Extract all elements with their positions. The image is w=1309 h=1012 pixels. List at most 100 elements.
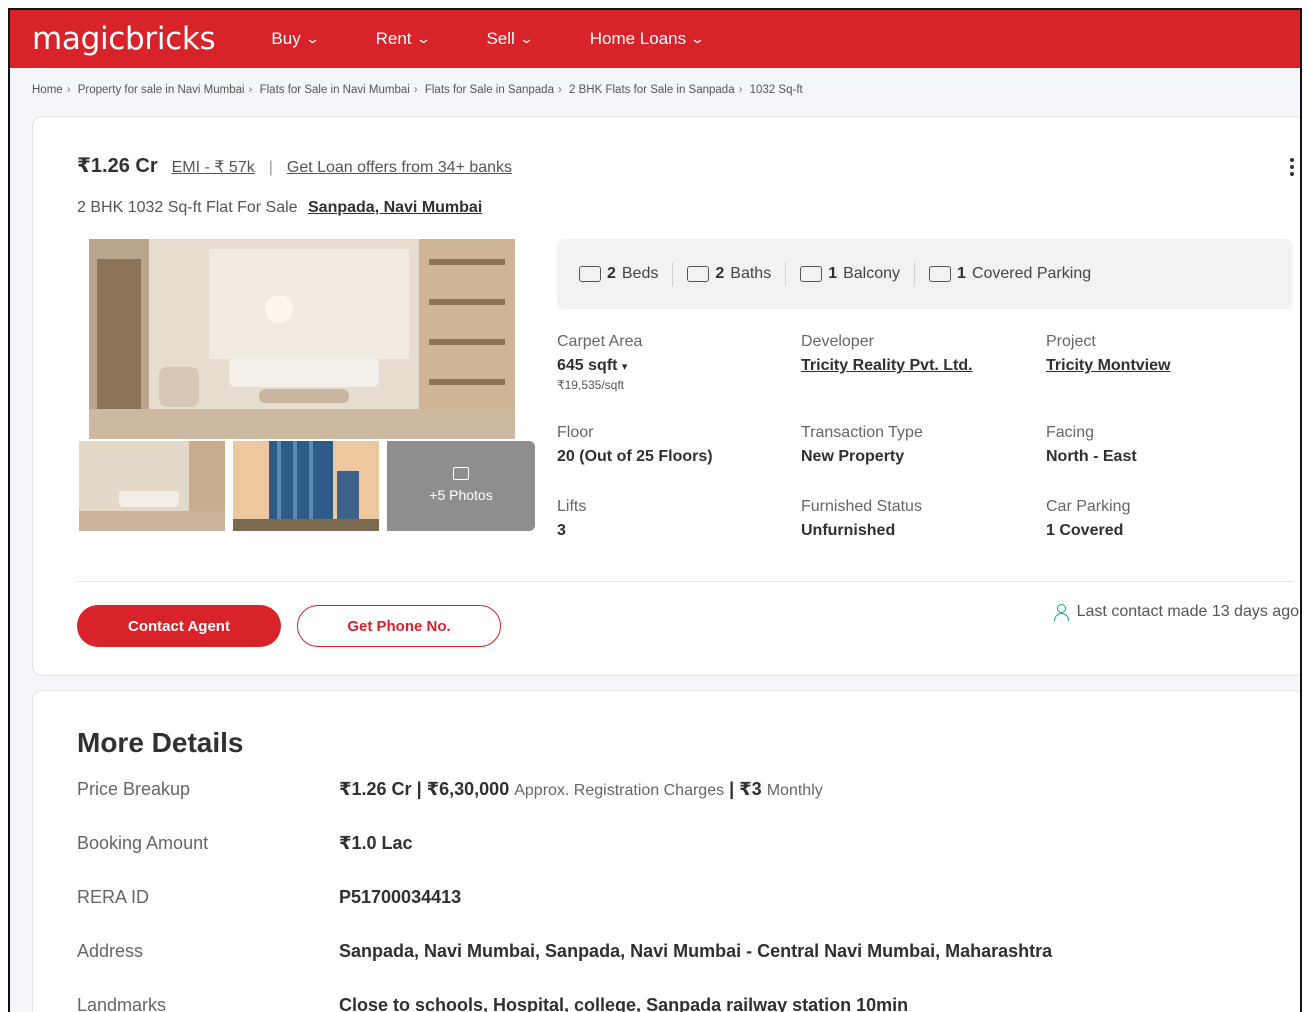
- spec-transaction-type: Transaction Type New Property: [801, 424, 923, 466]
- amenity-parking: 1 Covered Parking: [929, 265, 1091, 283]
- nav-label: Home Loans: [589, 29, 687, 48]
- spec-furnished-status: Furnished Status Unfurnished: [801, 498, 922, 540]
- breadcrumb-separator: ›: [66, 84, 71, 96]
- spec-label: Transaction Type: [801, 424, 923, 441]
- divider-pipe: |: [268, 159, 273, 176]
- more-options-icon[interactable]: [1285, 155, 1299, 179]
- contact-agent-button[interactable]: Contact Agent: [77, 605, 281, 647]
- breadcrumb-flats-sanpada[interactable]: Flats for Sale in Sanpada: [425, 84, 554, 96]
- more-photos-label: +5 Photos: [429, 487, 493, 503]
- detail-value: ₹1.0 Lac: [339, 833, 413, 853]
- amenity-label: Beds: [621, 265, 659, 282]
- price-line: ₹1.26 Cr EMI - ₹ 57k | Get Loan offers f…: [77, 153, 512, 178]
- listing-location-link[interactable]: Sanpada, Navi Mumbai: [308, 199, 482, 216]
- balcony-icon: [800, 266, 823, 282]
- listing-subtitle: 2 BHK 1032 Sq-ft Flat For Sale Sanpada, …: [77, 199, 482, 217]
- detail-label: RERA ID: [77, 887, 150, 907]
- detail-value: P51700034413: [339, 887, 462, 907]
- spec-label: Developer: [801, 333, 874, 350]
- loan-offers-link[interactable]: Get Loan offers from 34+ banks: [287, 159, 512, 177]
- listing-title: 2 BHK 1032 Sq-ft Flat For Sale: [77, 199, 298, 216]
- nav-sell[interactable]: Sell ⌄: [486, 29, 534, 49]
- thumbnail-strip: +5 Photos: [79, 441, 535, 531]
- more-details-title: More Details: [77, 727, 244, 758]
- detail-label: Booking Amount: [77, 833, 209, 853]
- spec-label: Car Parking: [1046, 498, 1131, 515]
- breadcrumb-separator: ›: [248, 84, 253, 96]
- amenity-balcony: 1 Balcony: [800, 265, 900, 283]
- spec-value: New Property: [801, 448, 905, 465]
- breadcrumb-flats-navi-mumbai[interactable]: Flats for Sale in Navi Mumbai: [260, 84, 410, 96]
- detail-value: ₹1.26 Cr | ₹6,30,000 Approx. Registratio…: [339, 779, 823, 799]
- thumbnail-more-photos[interactable]: +5 Photos: [387, 441, 535, 531]
- breadcrumb-2bhk-sanpada[interactable]: 2 BHK Flats for Sale in Sanpada: [569, 84, 735, 96]
- detail-row-rera: RERA ID P51700034413: [77, 887, 461, 908]
- breadcrumb-current: 1032 Sq-ft: [749, 84, 803, 96]
- photo-gallery-icon: [453, 467, 469, 480]
- thumbnail-building[interactable]: [233, 441, 379, 531]
- detail-label: Landmarks: [77, 995, 167, 1012]
- nav-buy[interactable]: Buy ⌄: [271, 29, 320, 49]
- emi-link[interactable]: EMI - ₹ 57k: [172, 157, 255, 177]
- spec-value: 3: [557, 522, 566, 539]
- amenity-label: Baths: [730, 265, 772, 282]
- spec-value: Unfurnished: [801, 522, 896, 539]
- user-icon: [1053, 604, 1069, 621]
- get-phone-button[interactable]: Get Phone No.: [297, 605, 501, 647]
- detail-row-price-breakup: Price Breakup ₹1.26 Cr | ₹6,30,000 Appro…: [77, 779, 823, 800]
- chevron-down-icon: ⌄: [415, 31, 431, 46]
- amenity-count: 2: [607, 265, 616, 282]
- spec-value[interactable]: 645 sqft ▾: [557, 357, 642, 375]
- amenity-count: 2: [715, 265, 725, 282]
- breadcrumb-home[interactable]: Home: [32, 84, 63, 96]
- breadcrumb-separator: ›: [557, 84, 562, 96]
- spec-label: Furnished Status: [801, 498, 922, 515]
- spec-car-parking: Car Parking 1 Covered: [1046, 498, 1130, 540]
- spec-label: Floor: [557, 424, 594, 441]
- listing-price: ₹1.26 Cr: [77, 155, 158, 177]
- site-logo[interactable]: magicbricks: [32, 21, 216, 57]
- amenity-count: 1: [957, 265, 966, 282]
- nav-label: Rent: [375, 29, 412, 48]
- bath-icon: [687, 266, 710, 282]
- amenity-divider: [785, 262, 787, 286]
- main-property-image[interactable]: [89, 239, 515, 439]
- developer-link[interactable]: Tricity Reality Pvt. Ltd.: [801, 357, 973, 375]
- nav-label: Buy: [271, 29, 301, 48]
- spec-floor: Floor 20 (Out of 25 Floors): [557, 424, 713, 466]
- chevron-down-icon: ⌄: [689, 31, 706, 46]
- last-contact-text: Last contact made 13 days ago: [1076, 603, 1299, 620]
- car-icon: [929, 266, 952, 282]
- nav-rent[interactable]: Rent ⌄: [375, 29, 431, 49]
- spec-label: Lifts: [557, 498, 587, 515]
- spec-facing: Facing North - East: [1046, 424, 1137, 466]
- amenity-divider: [914, 262, 916, 286]
- detail-label: Price Breakup: [77, 779, 191, 799]
- top-navbar: magicbricks Buy ⌄ Rent ⌄ Sell ⌄ Home Loans ⌄: [10, 10, 1300, 68]
- breadcrumb-property-navi-mumbai[interactable]: Property for sale in Navi Mumbai: [78, 84, 245, 96]
- spec-lifts: Lifts 3: [557, 498, 586, 540]
- spec-value: 1 Covered: [1046, 522, 1124, 539]
- price-per-sqft: ₹19,535/sqft: [557, 378, 625, 392]
- nav-label: Sell: [486, 29, 515, 48]
- breadcrumb: Home › Property for sale in Navi Mumbai › …: [32, 84, 803, 96]
- spec-label: Carpet Area: [557, 333, 643, 350]
- amenity-label: Covered Parking: [971, 265, 1092, 282]
- project-link[interactable]: Tricity Montview: [1046, 357, 1170, 375]
- chevron-down-icon: ⌄: [304, 31, 320, 46]
- amenity-count: 1: [828, 265, 838, 282]
- detail-row-landmarks: Landmarks Close to schools, Hospital, co…: [77, 995, 908, 1012]
- last-contact-info: Last contact made 13 days ago: [1053, 603, 1299, 621]
- card-divider: [77, 581, 1293, 582]
- listing-card: ₹1.26 Cr EMI - ₹ 57k | Get Loan offers f…: [32, 116, 1300, 676]
- amenity-divider: [672, 262, 674, 286]
- spec-value: North - East: [1046, 448, 1137, 465]
- thumbnail-interior[interactable]: [79, 441, 225, 531]
- detail-label: Address: [77, 941, 144, 961]
- spec-carpet-area: Carpet Area 645 sqft ▾ ₹19,535/sqft: [557, 333, 642, 392]
- nav-home-loans[interactable]: Home Loans ⌄: [589, 29, 706, 49]
- chevron-down-icon: ⌄: [518, 31, 534, 46]
- spec-project: Project Tricity Montview: [1046, 333, 1170, 375]
- breadcrumb-separator: ›: [738, 84, 743, 96]
- amenity-beds: 2 Beds: [579, 265, 658, 283]
